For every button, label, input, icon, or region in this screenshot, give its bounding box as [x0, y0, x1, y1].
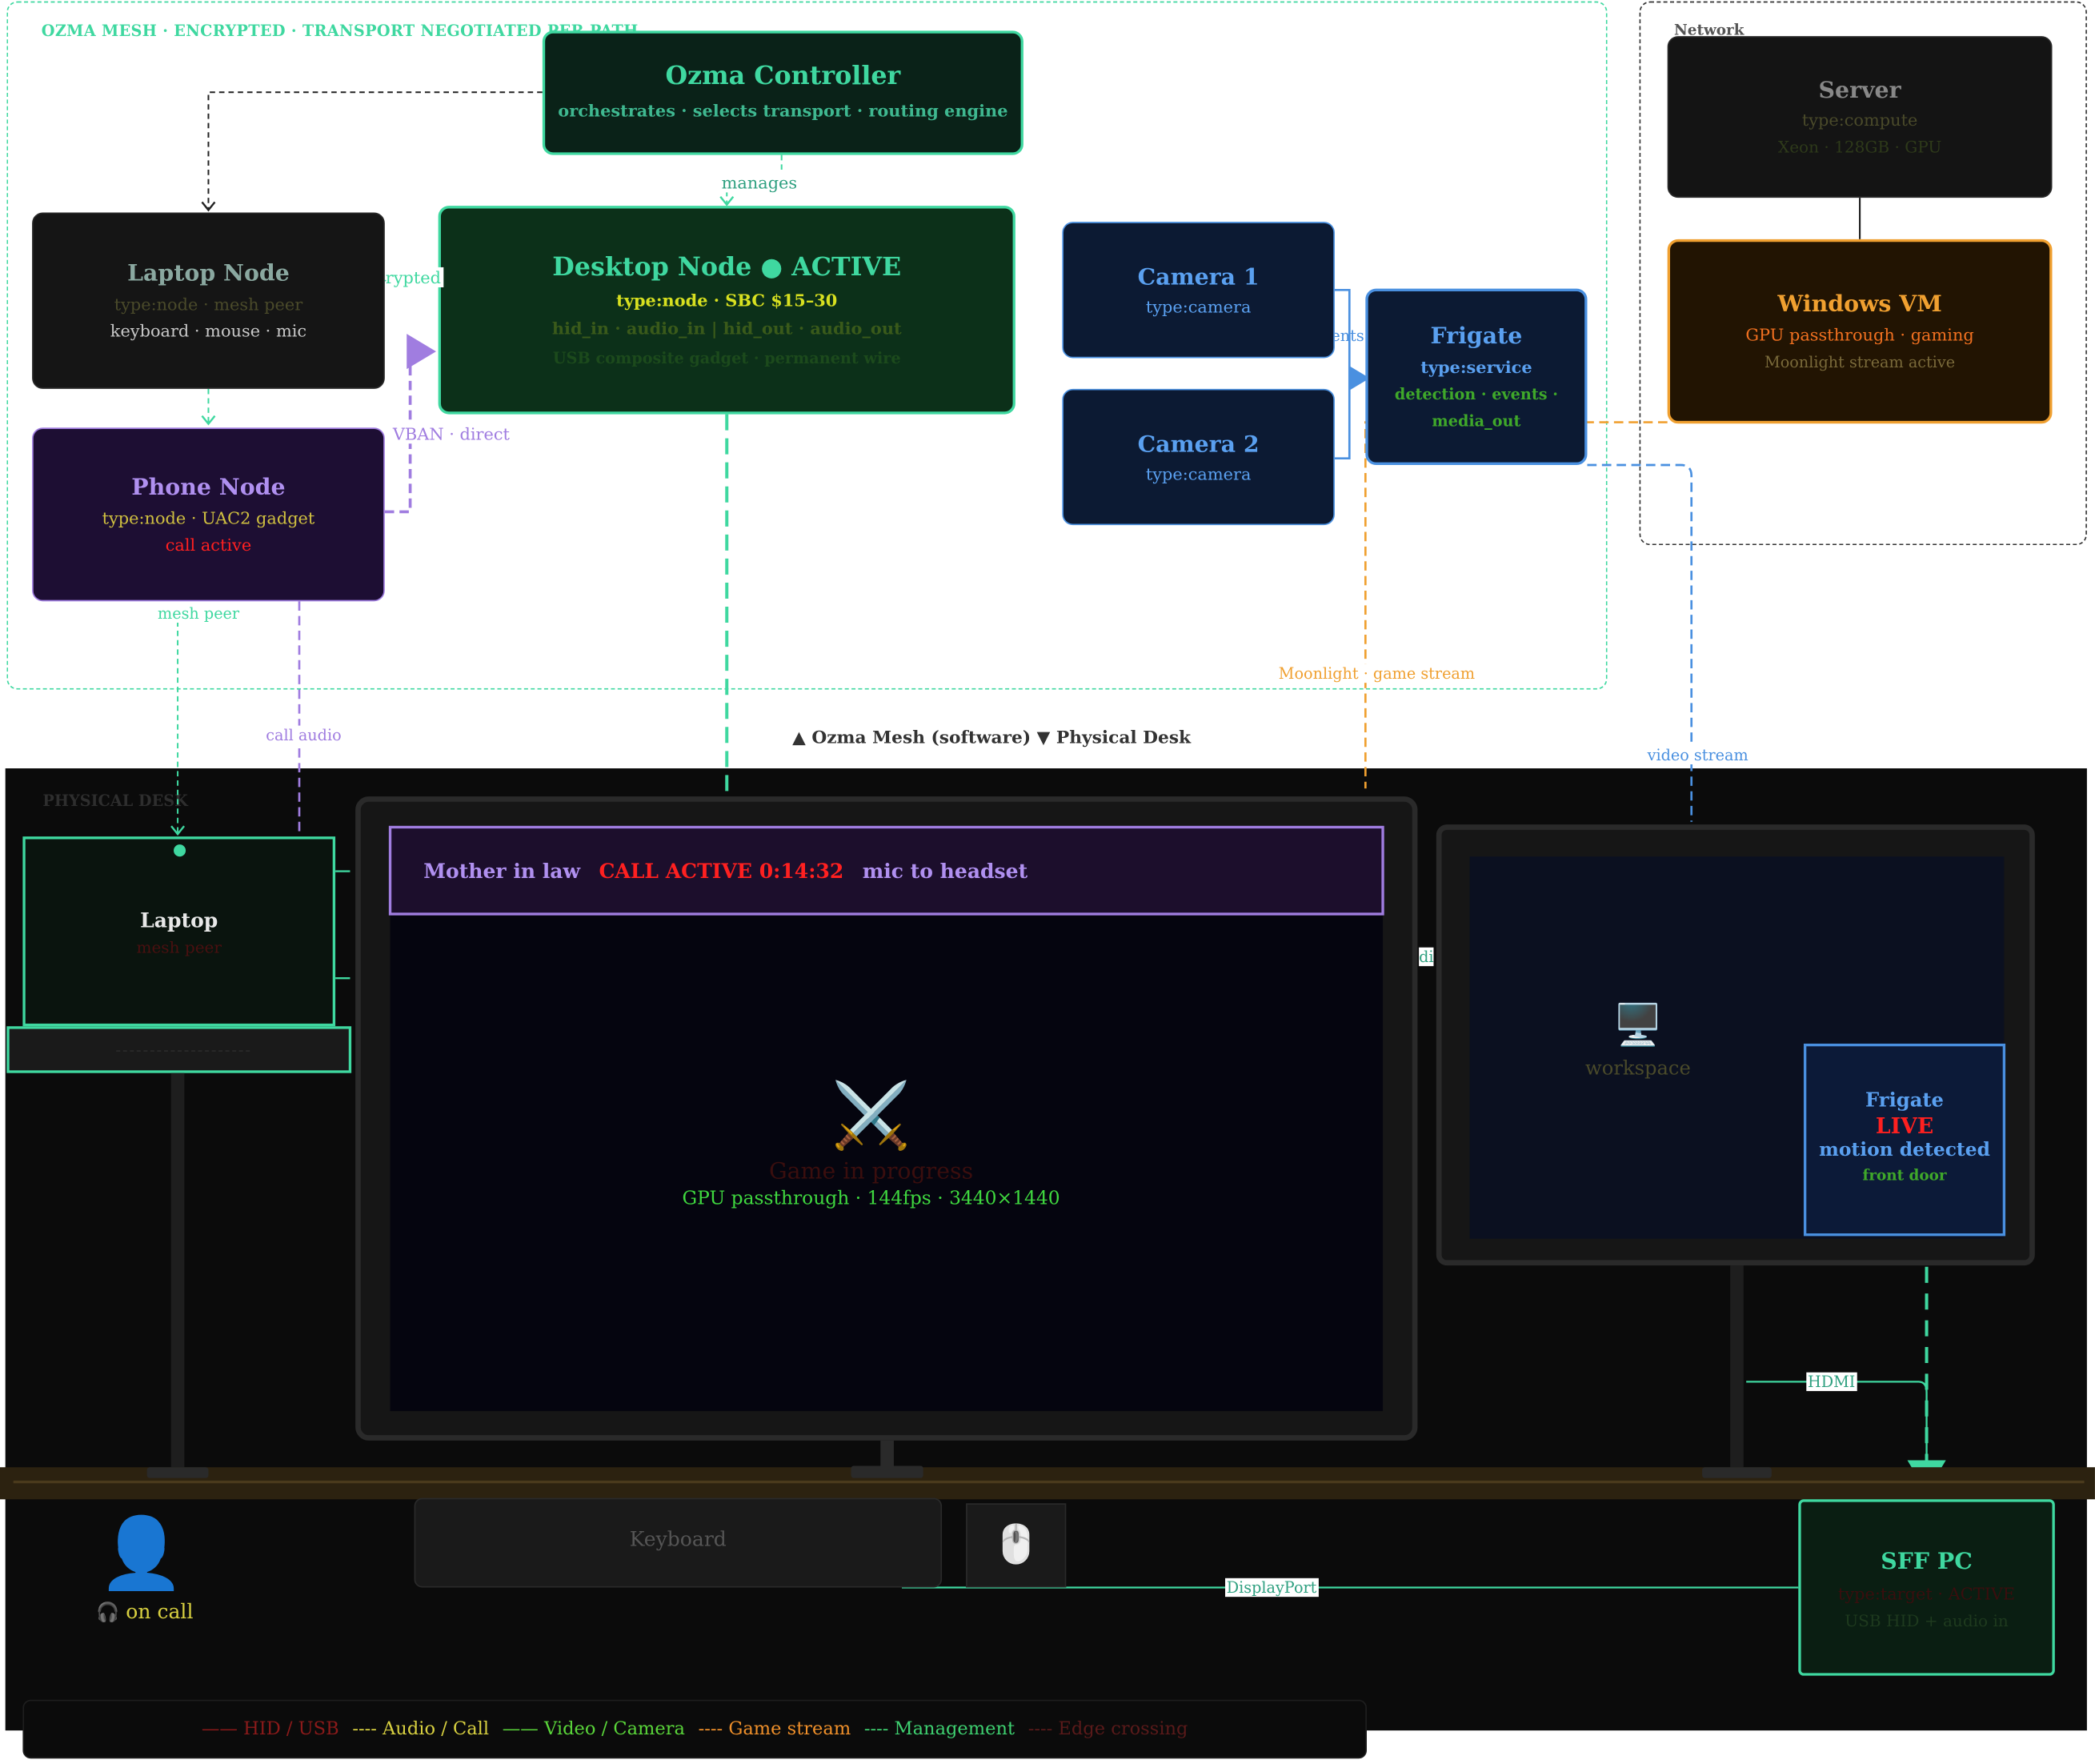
- desktop-node-io: hid_in · audio_in | hid_out · audio_out: [551, 318, 902, 339]
- camera-2-title: Camera 2: [1137, 431, 1260, 459]
- edge-cameras-frigate: [1334, 288, 1360, 460]
- edge-label-manages: manages: [719, 172, 800, 193]
- frigate-node-type: type:service: [1420, 356, 1532, 377]
- laptop-keyboard-strip: [116, 1050, 250, 1052]
- laptop-device-title: Laptop: [140, 908, 218, 933]
- edge-label-call-audio: call audio: [262, 725, 345, 744]
- keyboard[interactable]: Keyboard: [414, 1497, 943, 1588]
- camera-2-type: type:camera: [1145, 463, 1252, 484]
- workspace-label: workspace: [1585, 1058, 1691, 1080]
- main-monitor-foot: [851, 1465, 923, 1478]
- legend: —— HID / USB ---- Audio / Call —— Video …: [22, 1699, 1368, 1759]
- edge-label-moonlight: Moonlight · game stream: [1276, 664, 1478, 684]
- call-banner-name: Mother in law: [423, 858, 581, 883]
- controller-title: Ozma Controller: [665, 61, 901, 91]
- edge-moonlight: [1364, 421, 1668, 789]
- sff-pc-io: USB HID + audio in: [1845, 1611, 2009, 1630]
- main-monitor-neck: [880, 1440, 894, 1468]
- frigate-node-line1: detection · events ·: [1394, 384, 1558, 404]
- server-title: Server: [1818, 77, 1901, 105]
- person-icon: 👤: [98, 1513, 186, 1594]
- laptop-device-subtitle: mesh peer: [136, 938, 222, 957]
- laptop-stand-pole: [170, 1072, 185, 1468]
- server-type: type:compute: [1801, 109, 1918, 130]
- camera-2-node[interactable]: Camera 2 type:camera: [1062, 388, 1335, 526]
- legend-item-video: —— Video / Camera: [502, 1718, 685, 1740]
- call-banner[interactable]: Mother in law CALL ACTIVE 0:14:32 mic to…: [388, 825, 1384, 916]
- laptop-device-base: [6, 1026, 352, 1073]
- edge-label-encrypted: encrypted: [386, 267, 444, 287]
- headset-icon: 🎧: [96, 1602, 120, 1624]
- legend-item-audio: ---- Audio / Call: [352, 1718, 490, 1740]
- camera-1-node[interactable]: Camera 1 type:camera: [1062, 222, 1335, 359]
- game-title: Game in progress: [768, 1158, 974, 1185]
- sff-pc-title: SFF PC: [1881, 1549, 1973, 1576]
- laptop-camera-dot: [174, 844, 186, 857]
- edge-label-rtsp: rtsp · events: [1335, 326, 1364, 345]
- legend-item-edge-crossing: ---- Edge crossing: [1027, 1718, 1188, 1740]
- edge-label-di: di: [1419, 947, 1434, 967]
- legend-item-game: ---- Game stream: [698, 1718, 851, 1740]
- crossed-swords-icon: ⚔️: [831, 1078, 911, 1153]
- desktop-node-type: type:node · SBC $15–30: [616, 290, 838, 311]
- mesh-desk-divider-label: ▲ Ozma Mesh (software) ▼ Physical Desk: [792, 728, 1192, 748]
- side-monitor-foot: [1702, 1467, 1772, 1478]
- laptop-node-io: keyboard · mouse · mic: [110, 320, 307, 341]
- edge-controller-laptop: [201, 91, 543, 212]
- laptop-device-screen[interactable]: Laptop mesh peer: [22, 836, 336, 1027]
- mouse-glyph: 🖱️: [992, 1521, 1039, 1566]
- call-banner-route: mic to headset: [862, 858, 1028, 883]
- desktop-node-title: Desktop Node ● ACTIVE: [552, 252, 902, 283]
- windows-vm-line2: Moonlight stream active: [1765, 352, 1956, 372]
- sff-pc[interactable]: SFF PC type:target · ACTIVE USB HID + au…: [1798, 1499, 2055, 1676]
- camera-1-type: type:camera: [1145, 296, 1252, 317]
- edge-label-hdmi: HDMI: [1806, 1372, 1857, 1392]
- mouse-icon[interactable]: 🖱️: [966, 1503, 1067, 1588]
- frigate-motion: motion detected: [1819, 1140, 1990, 1161]
- frigate-live-title: Frigate: [1865, 1088, 1944, 1113]
- edge-video-stream: [1587, 463, 1693, 822]
- phone-node-status: call active: [165, 534, 252, 555]
- laptop-node[interactable]: Laptop Node type:node · mesh peer keyboa…: [32, 212, 385, 389]
- ozma-controller-node[interactable]: Ozma Controller orchestrates · selects t…: [542, 30, 1023, 155]
- phone-node-type: type:node · UAC2 gadget: [102, 507, 315, 528]
- server-spec: Xeon · 128GB · GPU: [1777, 137, 1942, 157]
- desk-edge-line: [13, 1480, 2085, 1484]
- edge-label-mesh-peer: mesh peer: [154, 603, 242, 623]
- desktop-computer-icon: 🖥️: [1612, 1002, 1664, 1049]
- frigate-service-node[interactable]: Frigate type:service detection · events …: [1365, 288, 1588, 466]
- legend-item-management: ---- Management: [863, 1718, 1015, 1740]
- frigate-location: front door: [1862, 1166, 1947, 1185]
- phone-node-title: Phone Node: [131, 474, 286, 502]
- laptop-stand-foot: [146, 1467, 209, 1478]
- call-banner-status: CALL ACTIVE 0:14:32: [599, 858, 844, 883]
- windows-vm-title: Windows VM: [1777, 291, 1942, 319]
- edge-label-video-stream: video stream: [1644, 745, 1752, 765]
- phone-node[interactable]: Phone Node type:node · UAC2 gadget call …: [32, 427, 385, 602]
- camera-1-title: Camera 1: [1137, 264, 1260, 291]
- laptop-node-type: type:node · mesh peer: [114, 294, 303, 315]
- person-status: 🎧 on call: [96, 1600, 193, 1624]
- edge-laptop-monitor: [335, 870, 351, 980]
- edge-label-vban: VBAN · direct: [390, 423, 513, 444]
- keyboard-label: Keyboard: [629, 1527, 727, 1552]
- sff-pc-type: type:target · ACTIVE: [1837, 1583, 2016, 1604]
- desktop-node-note: USB composite gadget · permanent wire: [552, 348, 901, 368]
- frigate-node-line2: media_out: [1432, 411, 1521, 431]
- frigate-live-panel[interactable]: Frigate LIVE motion detected front door: [1803, 1043, 2006, 1237]
- server-node[interactable]: Server type:compute Xeon · 128GB · GPU: [1667, 36, 2053, 198]
- windows-vm-node[interactable]: Windows VM GPU passthrough · gaming Moon…: [1667, 239, 2053, 424]
- laptop-node-title: Laptop Node: [127, 260, 290, 287]
- controller-subtitle: orchestrates · selects transport · routi…: [558, 100, 1008, 121]
- frigate-live-status: LIVE: [1875, 1113, 1934, 1139]
- edge-label-displayport: DisplayPort: [1225, 1578, 1319, 1598]
- game-info: GPU passthrough · 144fps · 3440×1440: [682, 1188, 1060, 1209]
- side-monitor-pole: [1730, 1265, 1744, 1468]
- frigate-node-title: Frigate: [1430, 323, 1523, 351]
- person-status-text: on call: [126, 1599, 194, 1624]
- desktop-node[interactable]: Desktop Node ● ACTIVE type:node · SBC $1…: [438, 206, 1015, 415]
- legend-item-hid: —— HID / USB: [201, 1718, 339, 1740]
- windows-vm-line1: GPU passthrough · gaming: [1745, 324, 1974, 345]
